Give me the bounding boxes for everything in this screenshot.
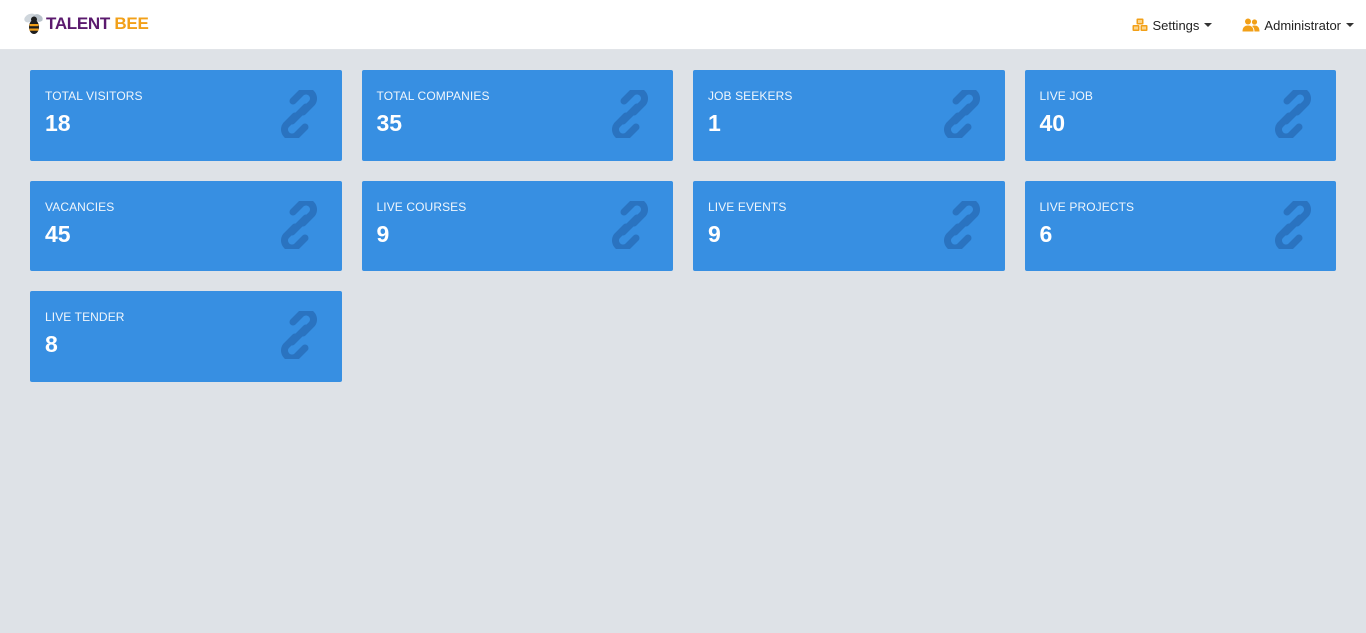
chevron-down-icon xyxy=(1204,23,1213,27)
stat-card-value: 9 xyxy=(708,220,721,247)
user-menu[interactable]: Administrator xyxy=(1242,18,1354,33)
stat-card-value: 1 xyxy=(708,110,721,136)
stat-card-live-tender[interactable]: LIVE TENDER 8 xyxy=(30,291,342,382)
stat-card-total-companies[interactable]: TOTAL COMPANIES 35 xyxy=(361,70,673,161)
link-icon xyxy=(280,90,317,138)
nav-right: Settings Administrator xyxy=(1102,0,1354,50)
stat-card-value: 18 xyxy=(45,110,71,136)
stat-card-live-events[interactable]: LIVE EVENTS 9 xyxy=(693,180,1005,271)
stat-card-label: LIVE COURSES xyxy=(376,199,467,214)
stat-card-vacancies[interactable]: VACANCIES 45 xyxy=(30,180,342,271)
link-icon xyxy=(943,90,980,138)
link-icon xyxy=(280,311,317,359)
stat-card-label: LIVE PROJECTS xyxy=(1039,199,1135,214)
stat-card-live-projects[interactable]: LIVE PROJECTS 6 xyxy=(1024,180,1336,271)
user-label: Administrator xyxy=(1264,17,1341,33)
brand-logo[interactable]: TALENT BEE xyxy=(22,9,149,39)
stat-card-live-job[interactable]: LIVE JOB 40 xyxy=(1024,70,1336,161)
link-icon xyxy=(612,90,648,138)
chevron-down-icon xyxy=(1346,23,1354,27)
stat-card-value: 6 xyxy=(1039,220,1053,247)
cubes-icon xyxy=(1132,18,1148,31)
stat-card-label: LIVE JOB xyxy=(1039,89,1093,103)
stat-card-label: VACANCIES xyxy=(45,199,115,214)
link-icon xyxy=(1275,200,1311,249)
stat-card-label: JOB SEEKERS xyxy=(708,89,793,103)
link-icon xyxy=(1275,90,1311,138)
stat-card-label: LIVE EVENTS xyxy=(708,199,787,214)
stat-card-label: TOTAL VISITORS xyxy=(45,89,143,103)
stat-card-value: 40 xyxy=(1039,110,1066,136)
link-icon xyxy=(943,200,980,249)
stats-grid: TOTAL VISITORS 18 TOTAL COMPANIES 35 JOB… xyxy=(30,70,1336,382)
settings-label: Settings xyxy=(1152,17,1200,33)
stat-card-label: LIVE TENDER xyxy=(45,310,125,324)
top-navbar: TALENT BEE Settings Administrator xyxy=(0,0,1366,50)
stat-card-total-visitors[interactable]: TOTAL VISITORS 18 xyxy=(30,70,342,161)
stat-card-value: 9 xyxy=(376,220,390,247)
users-icon xyxy=(1242,18,1260,32)
link-icon xyxy=(280,200,317,249)
stat-card-live-courses[interactable]: LIVE COURSES 9 xyxy=(361,180,673,271)
stat-card-value: 8 xyxy=(45,331,58,357)
link-icon xyxy=(612,200,648,249)
brand-name: TALENT BEE xyxy=(46,14,149,33)
stat-card-value: 45 xyxy=(45,220,71,247)
bee-icon xyxy=(24,13,43,34)
stat-card-job-seekers[interactable]: JOB SEEKERS 1 xyxy=(693,70,1005,161)
stat-card-value: 35 xyxy=(376,110,403,136)
stat-card-label: TOTAL COMPANIES xyxy=(376,89,490,103)
settings-menu[interactable]: Settings xyxy=(1132,17,1213,33)
